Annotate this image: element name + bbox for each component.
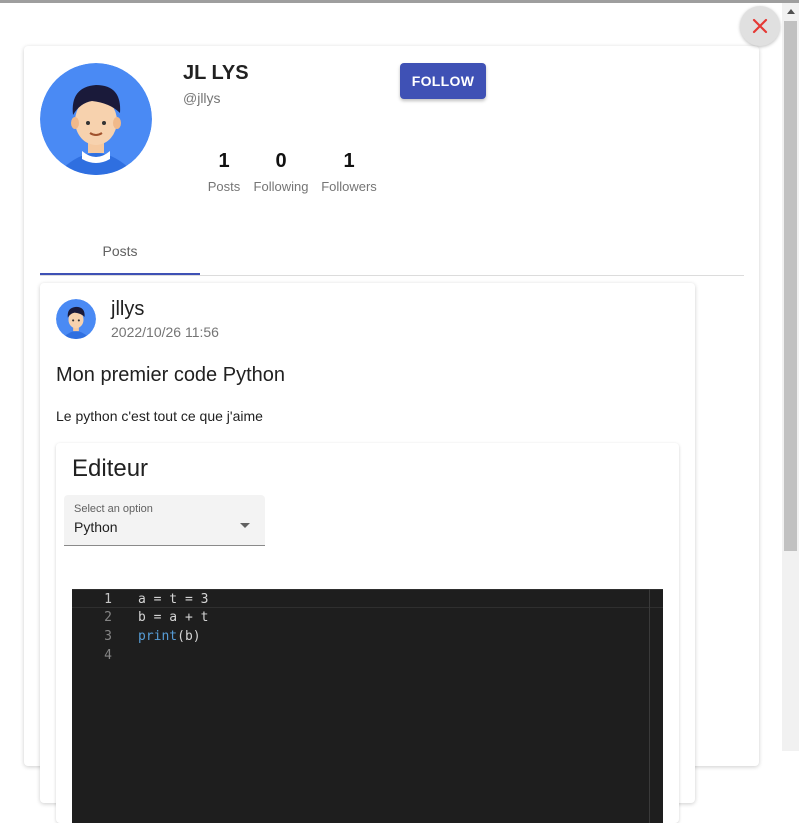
line-number: 2 bbox=[104, 610, 112, 625]
close-button[interactable] bbox=[740, 6, 780, 46]
post-author[interactable]: jllys bbox=[111, 298, 144, 321]
code-rest: (b) bbox=[177, 629, 201, 644]
code-ruler bbox=[649, 589, 650, 823]
tabs-divider bbox=[40, 275, 744, 276]
line-number: 1 bbox=[104, 592, 112, 607]
line-number: 4 bbox=[104, 648, 112, 663]
profile-handle: @jllys bbox=[183, 90, 221, 106]
stat-following-value: 0 bbox=[275, 150, 287, 172]
follow-button[interactable]: FOLLOW bbox=[400, 63, 486, 99]
line-number: 3 bbox=[104, 629, 112, 644]
stat-following-label: Following bbox=[253, 179, 309, 194]
profile-name: JL LYS bbox=[183, 62, 249, 84]
stat-posts-label: Posts bbox=[207, 179, 241, 194]
stat-followers-value: 1 bbox=[343, 150, 355, 172]
code-keyword: print bbox=[138, 629, 178, 644]
code-line[interactable]: 1 a = t = 3 bbox=[72, 589, 663, 608]
window-top-border bbox=[0, 0, 799, 3]
avatar bbox=[40, 63, 152, 175]
code-line[interactable]: 2 b = a + t bbox=[72, 608, 663, 627]
post-date: 2022/10/26 11:56 bbox=[111, 324, 219, 340]
profile-card: JL LYS @jllys FOLLOW 1 Posts 0 Following… bbox=[24, 46, 759, 823]
language-select[interactable]: Select an option Python bbox=[64, 495, 265, 546]
chevron-up-icon[interactable] bbox=[782, 3, 799, 20]
post-title: Mon premier code Python bbox=[56, 364, 286, 386]
post-card: jllys 2022/10/26 11:56 Mon premier code … bbox=[40, 283, 695, 823]
editor-title: Editeur bbox=[72, 455, 149, 482]
stat-following: 0 Following bbox=[251, 150, 311, 194]
code-editor-card: Editeur Select an option Python 1 a = t … bbox=[56, 443, 679, 823]
stat-followers: 1 Followers bbox=[319, 150, 379, 194]
code-text: b = a + t bbox=[138, 610, 209, 625]
tab-indicator bbox=[40, 273, 200, 275]
post-body: Le python c'est tout ce que j'aime bbox=[56, 408, 263, 424]
chevron-down-icon bbox=[240, 516, 250, 534]
vertical-scrollbar[interactable] bbox=[782, 3, 799, 751]
tab-posts[interactable]: Posts bbox=[40, 233, 200, 275]
code-area[interactable]: 1 a = t = 3 2 b = a + t 3 print(b) 4 bbox=[72, 589, 663, 823]
language-select-label: Select an option bbox=[74, 503, 153, 515]
post-author-avatar[interactable] bbox=[56, 299, 96, 339]
stat-followers-label: Followers bbox=[321, 179, 377, 194]
close-icon bbox=[752, 18, 768, 34]
scrollbar-thumb[interactable] bbox=[784, 21, 797, 551]
stat-posts: 1 Posts bbox=[201, 150, 247, 194]
code-text: a = t = 3 bbox=[138, 592, 209, 607]
stat-posts-value: 1 bbox=[218, 150, 230, 172]
code-line[interactable]: 4 bbox=[72, 646, 663, 665]
code-line[interactable]: 3 print(b) bbox=[72, 627, 663, 646]
language-select-value: Python bbox=[74, 519, 118, 535]
code-text: print(b) bbox=[138, 627, 201, 646]
